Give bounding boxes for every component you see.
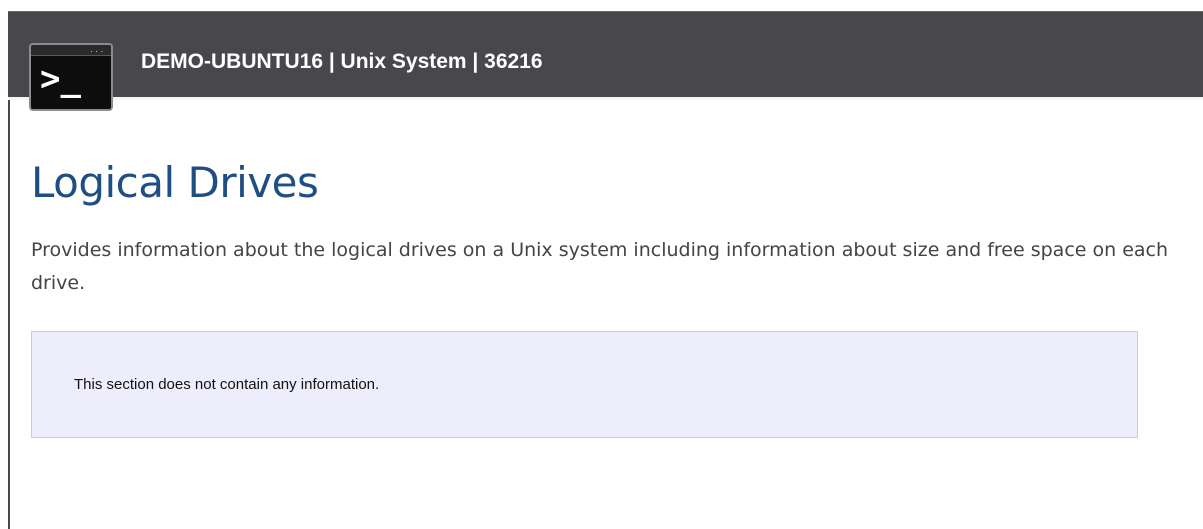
page: { "header": { "title": "DEMO-UBUNTU16 | … [0,0,1203,529]
page-title: Logical Drives [31,158,319,207]
top-edge [0,0,1203,11]
terminal-icon: ... >_ [29,43,113,111]
info-box: This section does not contain any inform… [31,331,1138,438]
info-message: This section does not contain any inform… [74,376,380,393]
header-title: DEMO-UBUNTU16 | Unix System | 36216 [141,50,543,73]
terminal-icon-dots: ... [89,46,105,54]
page-description: Provides information about the logical d… [31,239,1169,294]
terminal-icon-prompt: >_ [40,59,81,99]
header-strip [8,97,1203,100]
